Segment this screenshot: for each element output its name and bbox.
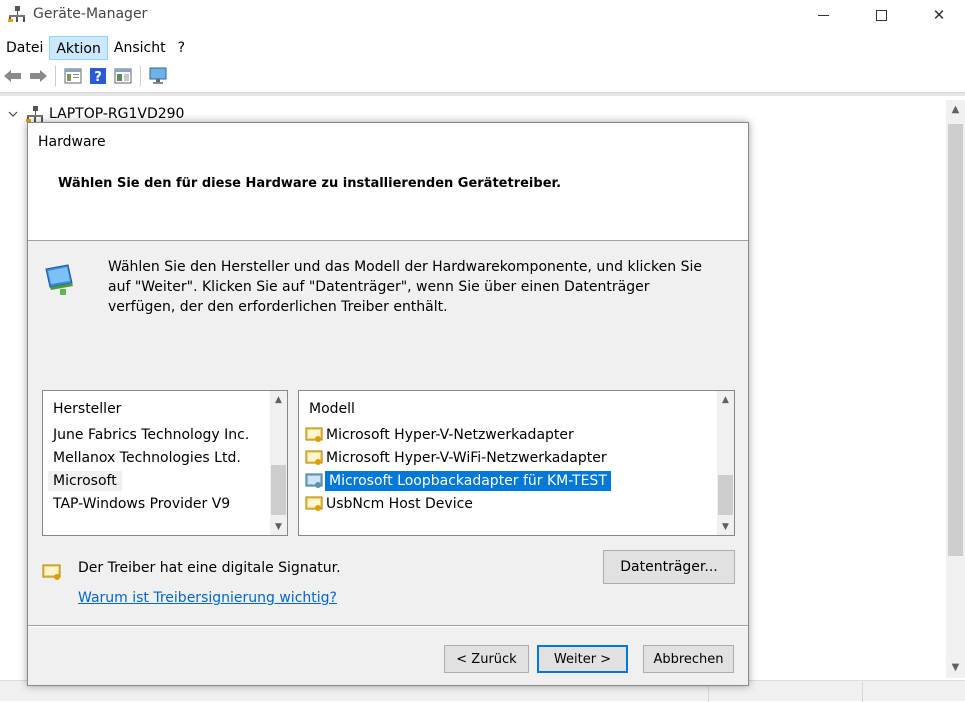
list-item-selected[interactable]: Microsoft Loopbackadapter für KM-TEST: [299, 469, 734, 492]
scrollbar-thumb[interactable]: [948, 124, 963, 556]
scroll-down-icon[interactable]: ▼: [270, 518, 287, 535]
properties-button[interactable]: [62, 65, 84, 87]
menu-bar: Datei Aktion Ansicht ?: [0, 36, 965, 60]
computer-icon: [26, 106, 43, 122]
svg-text:?: ?: [94, 70, 102, 85]
signed-driver-icon: [305, 450, 323, 465]
manufacturer-list[interactable]: Hersteller June Fabrics Technology Inc. …: [42, 390, 288, 536]
menu-datei[interactable]: Datei: [0, 36, 49, 60]
status-segment: [862, 681, 863, 702]
scroll-down-icon[interactable]: ▼: [717, 518, 734, 535]
forward-button[interactable]: [27, 65, 49, 87]
network-adapter-icon: [45, 264, 73, 295]
list-item[interactable]: Mellanox Technologies Ltd.: [43, 446, 287, 469]
menu-aktion[interactable]: Aktion: [49, 36, 108, 60]
manufacturer-scrollbar[interactable]: ▲ ▼: [270, 391, 287, 535]
scrollbar-thumb[interactable]: [271, 465, 286, 515]
properties-icon: [64, 68, 82, 84]
back-button[interactable]: [2, 65, 24, 87]
help-button[interactable]: ?: [87, 65, 109, 87]
scroll-up-icon[interactable]: ▲: [270, 391, 287, 408]
scan-hardware-button[interactable]: [147, 65, 169, 87]
toolbar: ?: [0, 62, 965, 90]
model-header: Modell: [309, 401, 355, 417]
model-scrollbar[interactable]: ▲ ▼: [717, 391, 734, 535]
next-button[interactable]: Weiter >: [537, 645, 628, 673]
dialog-heading: Wählen Sie den für diese Hardware zu ins…: [58, 176, 562, 191]
scroll-up-icon[interactable]: ▲: [717, 391, 734, 408]
dialog-header: Hardware Wählen Sie den für diese Hardwa…: [28, 123, 748, 241]
tree-root-label: LAPTOP-RG1VD290: [49, 106, 185, 122]
list-item[interactable]: Microsoft Hyper-V-Netzwerkadapter: [299, 423, 734, 446]
minimize-icon: [817, 14, 829, 16]
toolbar-separator: [140, 66, 141, 86]
back-arrow-icon: [4, 70, 21, 82]
model-list[interactable]: Modell Microsoft Hyper-V-Netzwerkadapter…: [298, 390, 735, 536]
menu-help[interactable]: ?: [172, 36, 191, 60]
title-bar: Geräte-Manager ✕: [0, 0, 965, 34]
forward-arrow-icon: [30, 70, 47, 82]
maximize-button[interactable]: [858, 0, 904, 30]
toolbar-separator: [55, 66, 56, 86]
window-title: Geräte-Manager: [33, 6, 148, 22]
back-button[interactable]: < Zurück: [444, 645, 529, 673]
list-item[interactable]: June Fabrics Technology Inc.: [43, 423, 287, 446]
menu-ansicht[interactable]: Ansicht: [108, 36, 172, 60]
close-button[interactable]: ✕: [916, 0, 962, 30]
tree-root-computer[interactable]: LAPTOP-RG1VD290: [6, 104, 184, 124]
hardware-dialog: Hardware Wählen Sie den für diese Hardwa…: [27, 122, 749, 686]
dialog-title: Hardware: [38, 134, 106, 150]
list-item[interactable]: Microsoft Hyper-V-WiFi-Netzwerkadapter: [299, 446, 734, 469]
dialog-description: Wählen Sie den Hersteller und das Modell…: [108, 259, 702, 315]
monitor-icon: [149, 67, 167, 84]
signed-driver-icon: [305, 473, 323, 488]
view-pane-icon: [114, 68, 132, 84]
list-item[interactable]: TAP-Windows Provider V9: [43, 492, 287, 515]
signature-status-text: Der Treiber hat eine digitale Signatur.: [78, 560, 341, 576]
signature-info-link[interactable]: Warum ist Treibersignierung wichtig?: [78, 590, 337, 606]
signed-driver-icon: [305, 496, 323, 511]
digital-signature-icon: [42, 564, 61, 580]
chevron-down-icon[interactable]: [6, 107, 20, 121]
close-icon: ✕: [932, 6, 946, 24]
have-disk-button[interactable]: Datenträger...: [603, 550, 735, 584]
maximize-icon: [875, 9, 887, 21]
dialog-separator: [28, 625, 748, 627]
scrollbar-thumb[interactable]: [718, 475, 733, 515]
scroll-up-icon[interactable]: ▲: [946, 100, 965, 118]
cancel-button[interactable]: Abbrechen: [643, 645, 734, 673]
toolbar-divider: [0, 92, 965, 96]
manufacturer-header: Hersteller: [53, 401, 122, 417]
signed-driver-icon: [305, 427, 323, 442]
tree-scrollbar[interactable]: ▲ ▼: [946, 100, 965, 678]
list-item[interactable]: UsbNcm Host Device: [299, 492, 734, 515]
view-pane-button[interactable]: [112, 65, 134, 87]
list-item-selected[interactable]: Microsoft: [43, 469, 287, 492]
scroll-down-icon[interactable]: ▼: [946, 658, 965, 676]
minimize-button[interactable]: [800, 0, 846, 30]
help-icon: ?: [90, 68, 106, 85]
device-manager-icon: [8, 6, 25, 22]
